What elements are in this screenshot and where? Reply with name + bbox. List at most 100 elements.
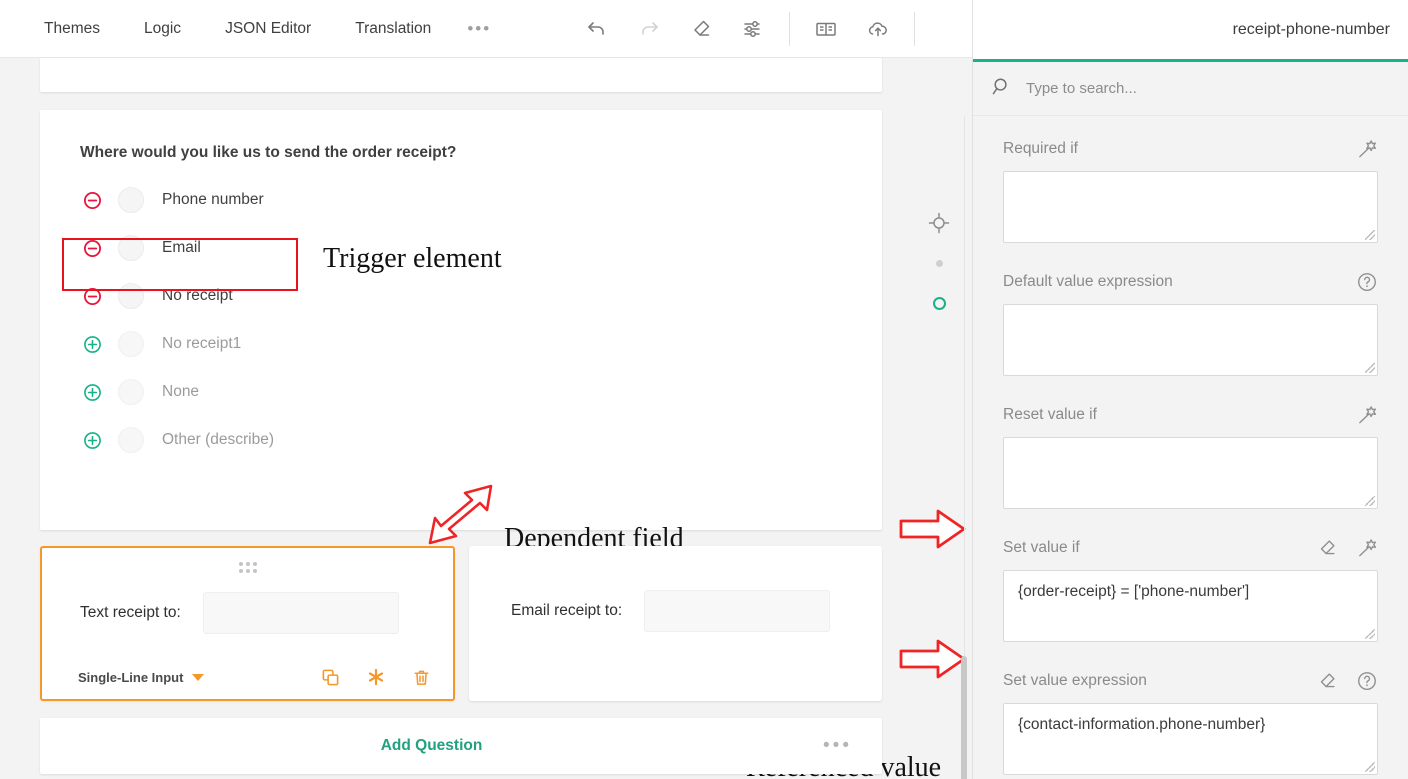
magic-wand-icon[interactable] [1356,138,1378,160]
set-value-if-textarea[interactable]: {order-receipt} = ['phone-number'] [1003,570,1378,642]
add-choice-icon[interactable] [80,335,104,354]
radio-icon[interactable] [118,283,144,309]
page-target-crosshair-icon[interactable] [924,203,954,243]
choice-label: No receipt [162,287,233,305]
question-actions [321,667,431,687]
choice-row-none[interactable]: None [80,368,882,416]
question-card-email-receipt[interactable]: Email receipt to: [469,546,882,701]
settings-sliders-icon[interactable] [727,0,779,58]
undo-icon[interactable] [571,0,623,58]
reset-value-if-textarea[interactable] [1003,437,1378,509]
text-receipt-input[interactable] [203,592,399,634]
field-header: Default value expression [1003,267,1378,297]
field-reset-value-if: Reset value if [1003,400,1378,509]
radio-icon[interactable] [118,187,144,213]
panel-fields: Required if Default value expression [973,116,1408,775]
field-label: Set value expression [1003,672,1147,690]
designer-scrollbar[interactable] [960,116,967,779]
search-icon [991,76,1012,102]
panel-header: receipt-phone-number [973,0,1408,62]
add-question-bar: Add Question ••• [40,718,882,774]
panel-search-bar[interactable]: Type to search... [973,62,1408,116]
add-choice-icon[interactable] [80,383,104,402]
question-body: Text receipt to: [42,548,453,634]
field-icons [1316,537,1378,559]
choice-row-other[interactable]: Other (describe) [80,416,882,464]
field-icons [1356,271,1378,293]
question-cards-row: Text receipt to: Single-Line Input [40,546,882,701]
annotation-arrow-right-icon-2 [898,638,968,680]
question-type-label: Single-Line Input [78,670,183,685]
question-label: Text receipt to: [80,604,181,622]
page-active-indicator[interactable] [924,283,954,323]
field-set-value-if: Set value if [1003,533,1378,642]
delete-trash-icon[interactable] [412,668,431,687]
clear-eraser-icon[interactable] [1316,537,1338,559]
remove-choice-icon[interactable] [80,239,104,258]
toolbar-icons [571,0,925,58]
question-title: Where would you like us to send the orde… [80,144,882,162]
radio-icon[interactable] [118,379,144,405]
tab-json-editor[interactable]: JSON Editor [203,0,333,58]
chevron-down-icon [192,674,204,681]
radio-icon[interactable] [118,235,144,261]
question-type-dropdown[interactable]: Single-Line Input [78,670,204,685]
field-label: Default value expression [1003,273,1173,291]
toolbar-divider [789,12,790,46]
page-card-partial [40,58,882,92]
annotation-trigger-element: Trigger element [323,243,502,275]
choice-row-no-receipt[interactable]: No receipt [80,272,882,320]
duplicate-icon[interactable] [321,668,340,687]
magic-wand-icon[interactable] [1356,537,1378,559]
field-default-value-expression: Default value expression [1003,267,1378,376]
help-question-icon[interactable] [1356,271,1378,293]
scrollbar-thumb[interactable] [961,656,967,779]
drag-handle-icon[interactable] [239,562,257,573]
field-icons [1356,138,1378,160]
field-label: Set value if [1003,539,1080,557]
preview-book-icon[interactable] [800,0,852,58]
field-label: Required if [1003,140,1078,158]
tabs-more-icon[interactable]: ••• [453,19,505,39]
page-navigator [924,203,954,323]
field-icons [1316,670,1378,692]
tab-themes[interactable]: Themes [22,0,122,58]
field-required-if: Required if [1003,134,1378,243]
radio-icon[interactable] [118,427,144,453]
remove-choice-icon[interactable] [80,287,104,306]
toolbar-divider-2 [914,12,915,46]
question-card-choices[interactable]: Where would you like us to send the orde… [40,110,882,530]
help-question-icon[interactable] [1356,670,1378,692]
add-choice-icon[interactable] [80,431,104,450]
choice-row-phone-number[interactable]: Phone number [80,176,882,224]
field-label: Reset value if [1003,406,1097,424]
default-value-expression-textarea[interactable] [1003,304,1378,376]
email-receipt-input[interactable] [644,590,830,632]
required-asterisk-icon[interactable] [366,667,386,687]
magic-wand-icon[interactable] [1356,404,1378,426]
tab-translation[interactable]: Translation [333,0,453,58]
redo-icon[interactable] [623,0,675,58]
search-input[interactable]: Type to search... [1026,80,1137,97]
clear-eraser-icon[interactable] [1316,670,1338,692]
remove-choice-icon[interactable] [80,191,104,210]
field-header: Set value expression [1003,666,1378,696]
annotation-arrow-right-icon-1 [898,508,968,550]
field-icons [1356,404,1378,426]
add-question-button[interactable]: Add Question [381,737,483,755]
question-card-text-receipt[interactable]: Text receipt to: Single-Line Input [40,546,455,701]
designer-area: Themes Logic JSON Editor Translation ••• [0,0,972,779]
required-if-textarea[interactable] [1003,171,1378,243]
cloud-upload-icon[interactable] [852,0,904,58]
radio-icon[interactable] [118,331,144,357]
set-value-expression-textarea[interactable]: {contact-information.phone-number} [1003,703,1378,775]
tab-logic[interactable]: Logic [122,0,203,58]
choice-row-no-receipt1[interactable]: No receipt1 [80,320,882,368]
page-dot-indicator[interactable] [924,243,954,283]
page-more-icon[interactable]: ••• [823,735,852,757]
choice-label: Phone number [162,191,264,209]
field-header: Set value if [1003,533,1378,563]
clear-icon[interactable] [675,0,727,58]
choice-label: Other (describe) [162,431,274,449]
property-grid-panel: receipt-phone-number Type to search... R… [972,0,1408,779]
